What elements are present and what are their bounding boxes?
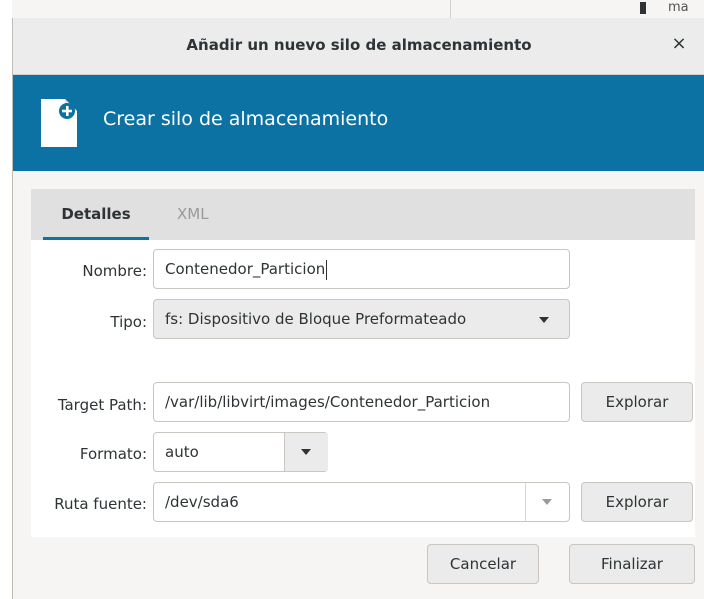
background-icon bbox=[640, 2, 646, 14]
target-path-input[interactable]: /var/lib/libvirt/images/Contenedor_Parti… bbox=[153, 382, 570, 422]
tab-xml[interactable]: XML bbox=[177, 189, 209, 240]
name-value: Contenedor_Particion bbox=[165, 260, 326, 278]
dialog-title: Añadir un nuevo silo de almacenamiento bbox=[186, 36, 532, 54]
chevron-down-icon bbox=[542, 499, 552, 505]
tab-bar: Detalles XML bbox=[31, 189, 695, 240]
name-input[interactable]: Contenedor_Particion bbox=[153, 249, 570, 289]
content-panel: Detalles XML Nombre: Contenedor_Particio… bbox=[31, 189, 695, 537]
source-path-label: Ruta fuente: bbox=[54, 495, 147, 513]
source-path-combo[interactable]: /dev/sda6 bbox=[153, 482, 570, 522]
background-divider bbox=[450, 0, 451, 18]
source-browse-button[interactable]: Explorar bbox=[581, 482, 693, 522]
new-document-icon bbox=[41, 99, 77, 147]
format-dropdown-button[interactable] bbox=[284, 433, 328, 471]
source-dropdown-button[interactable] bbox=[525, 483, 569, 521]
type-select[interactable]: fs: Dispositivo de Bloque Preformateado bbox=[153, 299, 570, 339]
close-icon[interactable]: × bbox=[667, 32, 691, 56]
chevron-down-icon bbox=[301, 449, 311, 455]
dialog-titlebar: Añadir un nuevo silo de almacenamiento × bbox=[13, 18, 704, 75]
tab-details[interactable]: Detalles bbox=[43, 189, 149, 240]
background-strip bbox=[0, 0, 12, 18]
finish-button[interactable]: Finalizar bbox=[569, 544, 695, 584]
cancel-button[interactable]: Cancelar bbox=[427, 544, 539, 584]
type-value: fs: Dispositivo de Bloque Preformateado bbox=[165, 310, 467, 328]
format-combo[interactable]: auto bbox=[153, 432, 328, 472]
format-value: auto bbox=[165, 443, 199, 461]
background-window: ma bbox=[0, 0, 704, 18]
type-label: Tipo: bbox=[110, 313, 147, 331]
name-label: Nombre: bbox=[82, 262, 147, 280]
header-title: Crear silo de almacenamiento bbox=[103, 108, 389, 130]
format-label: Formato: bbox=[79, 445, 147, 463]
target-path-label: Target Path: bbox=[57, 396, 147, 414]
source-value: /dev/sda6 bbox=[165, 493, 239, 511]
target-browse-button[interactable]: Explorar bbox=[581, 382, 693, 422]
chevron-down-icon bbox=[539, 317, 549, 323]
text-cursor bbox=[326, 259, 328, 280]
background-text: ma bbox=[668, 0, 689, 15]
add-storage-pool-dialog: Añadir un nuevo silo de almacenamiento ×… bbox=[12, 18, 704, 599]
dialog-header: Crear silo de almacenamiento bbox=[13, 75, 704, 171]
